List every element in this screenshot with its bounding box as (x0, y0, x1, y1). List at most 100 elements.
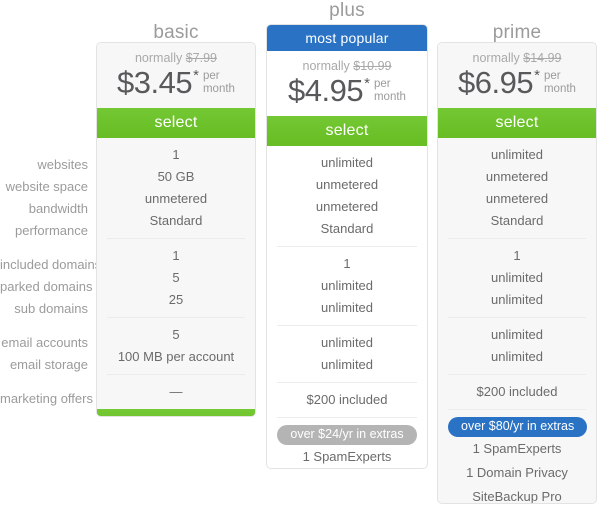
feature-group: 1 unlimited unlimited (277, 246, 417, 325)
price-block-basic: normally $7.99 $3.45 * per month (97, 43, 255, 108)
feature-value-included-domains: 1 (343, 256, 351, 271)
normally-price-plus: normally $10.99 (267, 59, 427, 74)
price-row-plus: $4.95 * per month (267, 75, 427, 107)
normally-price-basic: normally $7.99 (97, 51, 255, 66)
normally-prefix: normally (134, 51, 183, 65)
feature-group: 1 50 GB unmetered Standard (97, 138, 255, 238)
feature-value-sub-domains: unlimited (320, 300, 374, 315)
plan-title-basic: basic (153, 22, 199, 43)
price-amount-basic: $3.45 (117, 65, 193, 100)
feature-label-group: included domains parked domains sub doma… (0, 248, 102, 326)
feature-group: unlimited unmetered unmetered Standard (438, 138, 596, 238)
extra-item: 1 SpamExperts (472, 441, 562, 456)
feature-group: $200 included (277, 382, 417, 417)
plan-title-prime: prime (492, 22, 542, 43)
feature-label-sub-domains: sub domains (14, 301, 88, 316)
feature-value-bandwidth: unmetered (144, 191, 208, 206)
feature-value-email-storage: unlimited (320, 357, 374, 372)
feature-group: 1 unlimited unlimited (448, 238, 586, 317)
feature-value-marketing-offers: $200 included (476, 384, 558, 399)
select-button-prime-top[interactable]: select (438, 108, 596, 138)
price-block-plus: normally $10.99 $4.95 * per month (267, 51, 427, 116)
feature-value-performance: Standard (149, 213, 203, 228)
feature-value-website-space: unmetered (315, 177, 379, 192)
feature-value-website-space: unmetered (485, 169, 549, 184)
most-popular-badge: most popular (267, 25, 427, 51)
price-amount-prime: $6.95 (458, 65, 534, 100)
plan-card-prime: normally $14.99 $6.95 * per month select… (437, 42, 597, 504)
feature-value-email-accounts: 5 (172, 327, 180, 342)
feature-value-marketing-offers: $200 included (306, 392, 388, 407)
price-asterisk-prime: * (534, 67, 540, 84)
feature-group: 1 5 25 (107, 238, 245, 317)
feature-value-included-domains: 1 (172, 248, 180, 263)
normally-price-prime: normally $14.99 (438, 51, 596, 66)
feature-label-group: marketing offers (0, 382, 93, 416)
price-period-prime: per month (544, 70, 576, 95)
extra-item: SiteBackup Pro (472, 489, 562, 504)
feature-value-email-accounts: unlimited (320, 335, 374, 350)
price-period-month: month (202, 82, 235, 95)
price-period-plus: per month (374, 78, 406, 103)
feature-value-email-storage: 100 MB per account (117, 349, 235, 364)
feature-value-parked-domains: 5 (172, 270, 180, 285)
feature-label-email-storage: email storage (9, 357, 88, 372)
pricing-table: websites website space bandwidth perform… (0, 0, 600, 508)
normally-original-price: $10.99 (353, 59, 392, 73)
feature-value-bandwidth: unmetered (315, 199, 379, 214)
price-asterisk-plus: * (364, 75, 370, 92)
normally-prefix: normally (472, 51, 520, 65)
price-row-basic: $3.45 * per month (97, 67, 255, 99)
plan-title-plus: plus (329, 0, 365, 21)
price-period-month: month (543, 82, 576, 95)
price-row-prime: $6.95 * per month (438, 67, 596, 99)
feature-label-included-domains: included domains (0, 257, 102, 272)
price-amount-plus: $4.95 (288, 73, 364, 108)
feature-label-parked-domains: parked domains (0, 279, 93, 294)
feature-label-column: websites website space bandwidth perform… (0, 148, 102, 416)
select-button-basic-bottom[interactable]: select (97, 409, 255, 416)
feature-group: 5 100 MB per account (107, 317, 245, 374)
price-period-basic: per month (203, 70, 235, 95)
price-asterisk-basic: * (193, 67, 199, 84)
features-plus: unlimited unmetered unmetered Standard 1… (267, 146, 427, 468)
feature-value-performance: Standard (320, 221, 374, 236)
feature-label-website-space: website space (5, 179, 88, 194)
extras-badge-plus: over $24/yr in extras (277, 425, 417, 445)
feature-group: — (107, 374, 245, 409)
feature-value-performance: Standard (490, 213, 544, 228)
plan-card-basic: normally $7.99 $3.45 * per month select … (96, 42, 256, 417)
feature-label-websites: websites (37, 157, 88, 172)
price-block-prime: normally $14.99 $6.95 * per month (438, 43, 596, 108)
features-prime: unlimited unmetered unmetered Standard 1… (438, 138, 596, 504)
feature-label-email-accounts: email accounts (1, 335, 88, 350)
feature-value-websites: unlimited (490, 147, 544, 162)
feature-value-sub-domains: unlimited (490, 292, 544, 307)
feature-value-bandwidth: unmetered (485, 191, 549, 206)
features-basic: 1 50 GB unmetered Standard 1 5 25 5 100 … (97, 138, 255, 409)
price-period-per: per (373, 78, 391, 90)
price-period-per: per (543, 70, 561, 82)
feature-label-group: websites website space bandwidth perform… (0, 148, 88, 248)
feature-value-marketing-offers: — (169, 384, 183, 399)
normally-original-price: $14.99 (523, 51, 562, 65)
extra-item: 1 Domain Privacy (466, 465, 568, 480)
extras-group-plus: over $24/yr in extras 1 SpamExperts (277, 417, 417, 468)
normally-original-price: $7.99 (185, 51, 217, 65)
feature-value-parked-domains: unlimited (490, 270, 544, 285)
feature-group: $200 included (448, 374, 586, 409)
feature-label-marketing-offers: marketing offers (0, 391, 93, 406)
plan-card-plus: most popular normally $10.99 $4.95 * per… (266, 24, 428, 469)
feature-value-sub-domains: 25 (168, 292, 184, 307)
select-button-plus-top[interactable]: select (267, 116, 427, 146)
feature-label-bandwidth: bandwidth (28, 201, 88, 216)
extras-badge-prime: over $80/yr in extras (448, 417, 588, 437)
feature-value-email-accounts: unlimited (490, 327, 544, 342)
feature-value-parked-domains: unlimited (320, 278, 374, 293)
select-button-basic-top[interactable]: select (97, 108, 255, 138)
extras-group-prime: over $80/yr in extras 1 SpamExperts 1 Do… (448, 409, 588, 504)
feature-value-websites: 1 (172, 147, 180, 162)
feature-group: unlimited unmetered unmetered Standard (267, 146, 427, 246)
feature-group: unlimited unlimited (277, 325, 417, 382)
feature-value-websites: unlimited (320, 155, 374, 170)
